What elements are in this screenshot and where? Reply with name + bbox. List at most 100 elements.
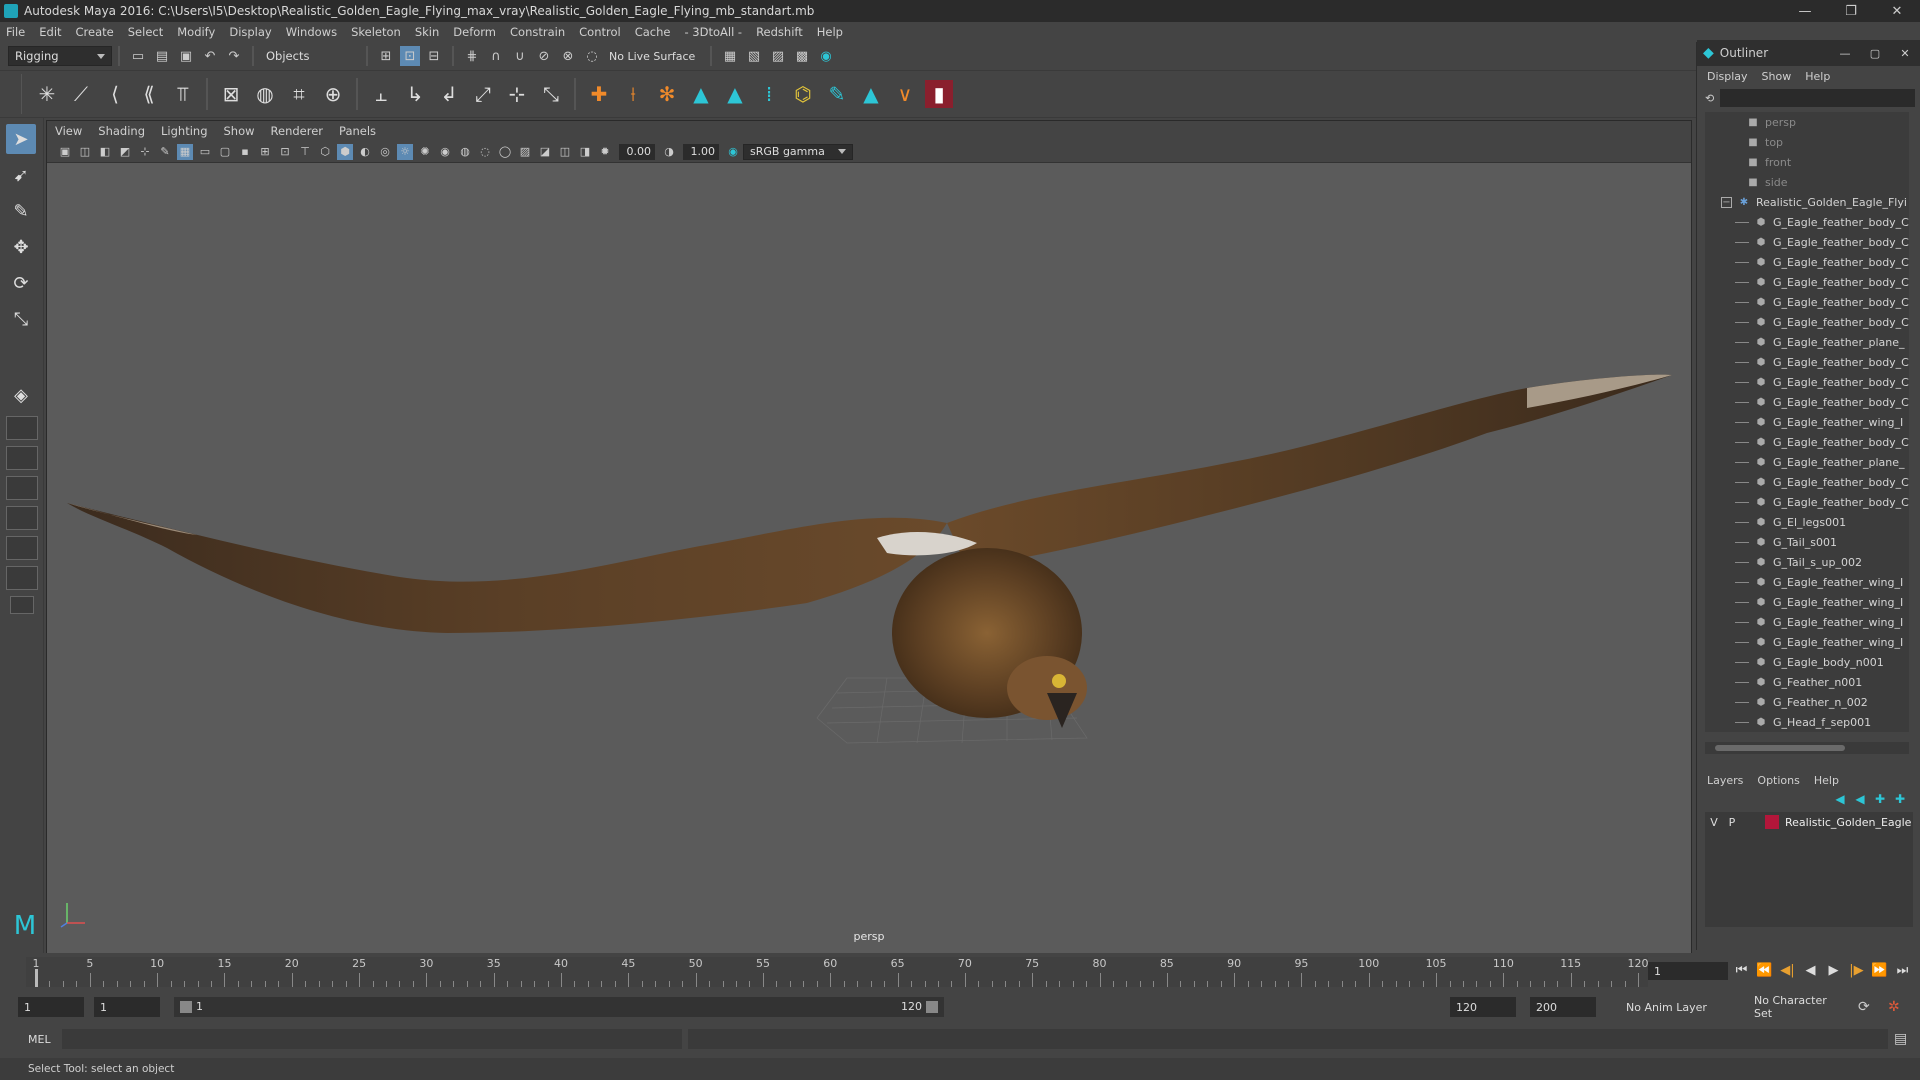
collapse-icon[interactable]: −	[1721, 196, 1732, 208]
outliner-item[interactable]: ⬢ G_Eagle_feather_body_C	[1705, 212, 1909, 232]
refresh-icon[interactable]: ⟲	[1705, 92, 1714, 105]
step-forward-key-icon[interactable]: ⏩	[1868, 963, 1891, 978]
menuset-dropdown[interactable]: Rigging	[8, 46, 112, 66]
shelf-tab-handle[interactable]	[8, 74, 22, 114]
script-editor-icon[interactable]: ▤	[1894, 1031, 1907, 1047]
menu-3dtoall[interactable]: - 3DtoAll -	[684, 25, 742, 39]
use-all-lights-icon[interactable]: ☼	[397, 143, 413, 160]
outliner-camera-top[interactable]: ■ top	[1705, 132, 1909, 152]
outliner-menu-display[interactable]: Display	[1707, 70, 1748, 83]
default-material-icon[interactable]: ◐	[357, 144, 373, 160]
layer-menu-options[interactable]: Options	[1757, 774, 1799, 787]
outliner-item[interactable]: ⬢ G_Eagle_feather_body_C	[1705, 312, 1909, 332]
outliner-close-button[interactable]: ✕	[1890, 47, 1920, 60]
outliner-item[interactable]: ⬢ G_Eagle_feather_plane_	[1705, 452, 1909, 472]
film-gate-icon[interactable]: ▭	[197, 144, 213, 160]
grease-pencil-icon[interactable]: ✎	[157, 144, 173, 160]
depth-of-field-icon[interactable]: ◯	[497, 144, 513, 160]
four-pane-layout-button[interactable]	[6, 446, 38, 470]
select-hierarchy-icon[interactable]: ⊞	[376, 46, 396, 66]
outliner-item[interactable]: ⬢ G_El_legs001	[1705, 512, 1909, 532]
camera-select-icon[interactable]: ▣	[57, 144, 73, 160]
exposure-field[interactable]: 0.00	[619, 143, 655, 160]
scale-constraint-icon[interactable]: ⤢	[469, 80, 497, 108]
color-management-icon[interactable]: ◉	[725, 144, 741, 160]
menu-windows[interactable]: Windows	[286, 25, 337, 39]
render-current-icon[interactable]: ▧	[744, 46, 764, 66]
paint-weights-icon[interactable]: ◍	[251, 80, 279, 108]
orient-joint-icon[interactable]: ⫪	[169, 80, 197, 108]
scene-end-field[interactable]: 200	[1530, 997, 1596, 1017]
outliner-item[interactable]: ⬢ G_Eagle_feather_wing_I	[1705, 632, 1909, 652]
point-constraint-icon[interactable]: ↳	[401, 80, 429, 108]
script-language-label[interactable]: MEL	[28, 1033, 51, 1046]
snap-surface-icon[interactable]: ⊗	[558, 46, 578, 66]
step-back-frame-icon[interactable]: ◀|	[1776, 963, 1799, 978]
menu-file[interactable]: File	[6, 25, 25, 39]
play-forwards-icon[interactable]: ▶	[1822, 963, 1845, 978]
preferences-icon[interactable]: ✲	[1888, 999, 1900, 1015]
outliner-camera-front[interactable]: ■ front	[1705, 152, 1909, 172]
layer-row[interactable]: V P Realistic_Golden_Eagle	[1705, 812, 1913, 832]
live-surface-field[interactable]: No Live Surface	[604, 47, 704, 65]
time-slider-track[interactable]: 1 5 10 15 20 25 30 35 40 45 50 55 60 65 70 75 80 85 90 95 10…	[26, 957, 1649, 987]
outliner-item[interactable]: ⬢ G_Eagle_feather_body_C	[1705, 372, 1909, 392]
outliner-maximize-button[interactable]: ▢	[1860, 47, 1890, 60]
camera-attributes-icon[interactable]: ◫	[77, 144, 93, 160]
bookmark-icon[interactable]: ◧	[97, 144, 113, 160]
step-back-key-icon[interactable]: ⏪	[1753, 963, 1776, 978]
move-layer-up-icon[interactable]: ◀	[1830, 792, 1850, 806]
isolate-select-icon[interactable]: ▨	[517, 144, 533, 160]
ik-spline-icon[interactable]: ⟨	[101, 80, 129, 108]
new-empty-layer-icon[interactable]: ✚	[1870, 792, 1890, 806]
lasso-tool-icon[interactable]: ➹	[6, 160, 36, 190]
ambient-occlusion-icon[interactable]: ◉	[437, 144, 453, 160]
wave-tool-icon[interactable]: ∨	[891, 80, 919, 108]
new-layer-selected-icon[interactable]: ✚	[1890, 792, 1910, 806]
cluster-icon[interactable]: ⊕	[319, 80, 347, 108]
render-tool-icon[interactable]: ▮	[925, 80, 953, 108]
selection-mode-dropdown[interactable]: Objects	[260, 46, 360, 66]
shadows-icon[interactable]: ✺	[417, 144, 433, 160]
outliner-menu-help[interactable]: Help	[1805, 70, 1830, 83]
rotate-tool-icon[interactable]: ⟳	[6, 268, 36, 298]
snap-point-icon[interactable]: ∪	[510, 46, 530, 66]
outliner-camera-side[interactable]: ■ side	[1705, 172, 1909, 192]
xray-joints-icon[interactable]: ◫	[557, 144, 573, 160]
viewport-canvas[interactable]: persp	[47, 163, 1691, 953]
viewport-menu-lighting[interactable]: Lighting	[161, 124, 207, 138]
outliner-item[interactable]: ⬢ G_Feather_n001	[1705, 672, 1909, 692]
range-bar[interactable]: 1 120	[174, 997, 944, 1017]
snap-curve-icon[interactable]: ∩	[486, 46, 506, 66]
outliner-item[interactable]: ⬢ G_Feather_n_002	[1705, 692, 1909, 712]
menu-skeleton[interactable]: Skeleton	[351, 25, 401, 39]
show-manipulator-icon[interactable]: ◈	[6, 380, 36, 410]
script-tool-icon[interactable]: ⌬	[789, 80, 817, 108]
parent-constraint-icon[interactable]: ⫠	[367, 80, 395, 108]
menu-select[interactable]: Select	[128, 25, 163, 39]
layer-playback-toggle[interactable]: P	[1723, 816, 1741, 829]
outliner-item[interactable]: ⬢ G_Eagle_feather_wing_I	[1705, 592, 1909, 612]
undo-icon[interactable]: ↶	[200, 46, 220, 66]
outliner-item[interactable]: ⬢ G_Eagle_feather_body_C	[1705, 492, 1909, 512]
pole-vector-icon[interactable]: ⤡	[537, 80, 565, 108]
aim-constraint-icon[interactable]: ⊹	[503, 80, 531, 108]
outliner-item[interactable]: ⬢ G_Eagle_body_n001	[1705, 652, 1909, 672]
multisample-icon[interactable]: ◌	[477, 144, 493, 160]
select-object-icon[interactable]: ⊡	[400, 46, 420, 66]
wireframe-icon[interactable]: ⬡	[317, 144, 333, 160]
outliner-item[interactable]: ⬢ G_Head_f_sep001	[1705, 712, 1909, 732]
open-scene-icon[interactable]: ▤	[152, 46, 172, 66]
outliner-item[interactable]: ⬢ G_Eagle_feather_body_C	[1705, 292, 1909, 312]
motion-blur-icon[interactable]: ◍	[457, 144, 473, 160]
render-settings-icon[interactable]: ▩	[792, 46, 812, 66]
menu-control[interactable]: Control	[579, 25, 621, 39]
gate-mask-icon[interactable]: ▪	[237, 144, 253, 160]
layer-menu-help[interactable]: Help	[1814, 774, 1839, 787]
scrollbar-thumb[interactable]	[1715, 745, 1845, 751]
menu-create[interactable]: Create	[76, 25, 114, 39]
ik-fk-icon[interactable]: ⟊	[619, 80, 647, 108]
play-backwards-icon[interactable]: ◀	[1799, 963, 1822, 978]
render-view-icon[interactable]: ▦	[720, 46, 740, 66]
safe-title-icon[interactable]: ⊤	[297, 144, 313, 160]
